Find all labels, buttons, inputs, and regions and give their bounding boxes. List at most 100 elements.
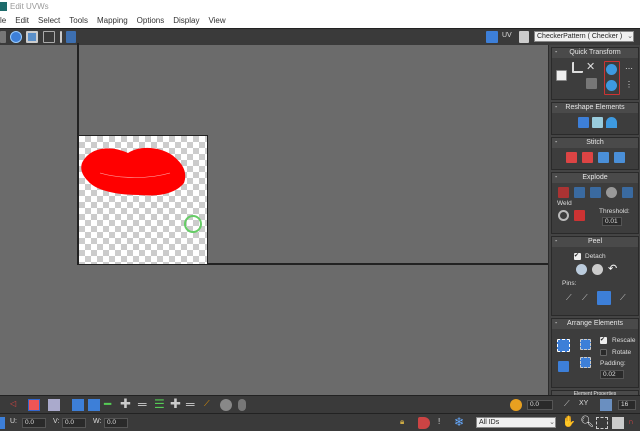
- explode-flatten-icon[interactable]: [622, 187, 633, 198]
- material-id-dropdown[interactable]: All IDs ⌄: [476, 417, 556, 428]
- threshold-spinner[interactable]: 0.01: [602, 217, 622, 226]
- rollout-header[interactable]: Peel: [588, 238, 602, 245]
- pack-fit-icon[interactable]: [580, 357, 591, 368]
- ring-shrink-icon[interactable]: ═: [186, 398, 198, 411]
- ring-grow-icon[interactable]: ✚: [170, 397, 182, 411]
- align-diagonal-icon[interactable]: ✕: [586, 62, 597, 73]
- snap-magnet-icon[interactable]: ∩: [628, 417, 640, 429]
- rollout-header[interactable]: Stitch: [586, 139, 604, 146]
- select-pins-icon[interactable]: ⟋: [620, 293, 631, 304]
- grid-snap-button[interactable]: [600, 399, 612, 411]
- rollout-header[interactable]: Arrange Elements: [567, 320, 623, 327]
- ring-icon[interactable]: ☰: [154, 398, 166, 411]
- pivot-icon[interactable]: [556, 70, 567, 81]
- detach-checkbox[interactable]: ✔: [574, 253, 581, 260]
- break-icon[interactable]: [558, 187, 569, 198]
- v-field[interactable]: 0.0: [62, 418, 86, 428]
- edge-ring-grow-icon[interactable]: ━: [104, 398, 116, 411]
- align-vertical-icon[interactable]: [572, 62, 583, 73]
- zoom-extents-icon[interactable]: [612, 417, 624, 429]
- shrink-selection-icon[interactable]: [88, 399, 100, 411]
- rollout-header[interactable]: - Quick Transform: [552, 48, 638, 58]
- quick-peel-icon[interactable]: [576, 264, 587, 275]
- pack-normalize-icon[interactable]: [557, 339, 570, 352]
- menu-tools[interactable]: Tools: [69, 14, 88, 28]
- rotate-button[interactable]: [10, 31, 22, 43]
- stitch-average-icon[interactable]: [582, 152, 593, 163]
- pin-icon[interactable]: ⟋: [566, 293, 577, 304]
- mirror-button[interactable]: [66, 31, 76, 43]
- brush-shrink-icon[interactable]: [238, 399, 246, 411]
- u-field[interactable]: 0.0: [22, 418, 46, 428]
- brush-grow-icon[interactable]: [220, 399, 232, 411]
- menu-display[interactable]: Display: [173, 14, 199, 28]
- gizmo-circle-icon[interactable]: [184, 215, 202, 233]
- paint-select-icon[interactable]: ⟋: [204, 399, 216, 411]
- rotate-checkbox[interactable]: [600, 349, 607, 356]
- hide-icon[interactable]: [418, 417, 430, 429]
- relax-icon[interactable]: [592, 117, 603, 128]
- menu-select[interactable]: Select: [38, 14, 60, 28]
- uv-mesh-lips[interactable]: [0, 45, 548, 395]
- freeform-button[interactable]: [43, 31, 55, 43]
- select-element-icon[interactable]: [48, 399, 60, 411]
- soft-selection-icon[interactable]: [510, 399, 522, 411]
- explode-smoothing-icon[interactable]: [574, 187, 585, 198]
- rescale-checkbox[interactable]: ✔: [600, 337, 607, 344]
- menu-mapping[interactable]: Mapping: [97, 14, 128, 28]
- pan-icon[interactable]: ✋: [562, 417, 576, 429]
- loop-grow-icon[interactable]: ✚: [120, 397, 132, 411]
- menu-options[interactable]: Options: [137, 14, 165, 28]
- straighten-icon[interactable]: [586, 78, 597, 89]
- straighten-selection-icon[interactable]: [578, 117, 589, 128]
- snowflake-icon[interactable]: ❄: [454, 416, 466, 429]
- zoom-region-icon[interactable]: [596, 417, 608, 429]
- pack-custom-icon[interactable]: [580, 339, 591, 350]
- w-field[interactable]: 0.0: [104, 418, 128, 428]
- stitch-to-target-icon[interactable]: [566, 152, 577, 163]
- rotate-cw-icon[interactable]: [606, 64, 617, 75]
- show-map-button[interactable]: [486, 31, 498, 43]
- grow-selection-icon[interactable]: [72, 399, 84, 411]
- menu-edit[interactable]: Edit: [15, 14, 29, 28]
- explode-sphere-icon[interactable]: [606, 187, 617, 198]
- rollout-header[interactable]: Explode: [582, 174, 607, 181]
- loop-shrink-icon[interactable]: ═: [138, 398, 150, 411]
- texture-dropdown[interactable]: CheckerPattern ( Checker ) ⌄: [534, 31, 634, 42]
- v-label: V:: [53, 418, 60, 425]
- unpin-icon[interactable]: ⟋: [582, 293, 593, 304]
- pack-together-icon[interactable]: [558, 361, 569, 372]
- zoom-icon[interactable]: 🔍︎: [580, 417, 594, 429]
- space-vertical-icon[interactable]: ⋮: [625, 80, 636, 91]
- menu-view[interactable]: View: [208, 14, 225, 28]
- rollout-header[interactable]: Reshape Elements: [565, 104, 624, 111]
- weld-target-icon[interactable]: [558, 210, 569, 221]
- uv-viewport[interactable]: [0, 43, 549, 395]
- rotate-ccw-icon[interactable]: [606, 80, 617, 91]
- grid-spinner[interactable]: 16: [618, 400, 636, 410]
- weld-selected-icon[interactable]: [574, 210, 585, 221]
- texture-list-icon[interactable]: [519, 31, 529, 43]
- face-select-button[interactable]: [28, 399, 40, 411]
- auto-pin-icon[interactable]: [597, 291, 611, 305]
- absolute-mode-icon[interactable]: [0, 417, 5, 429]
- uv-channel-label[interactable]: UV: [502, 32, 512, 39]
- polygon-select-icon[interactable]: ◁: [10, 399, 22, 411]
- soft-selection-spinner[interactable]: 0.0: [527, 400, 553, 410]
- menu-file[interactable]: le: [0, 14, 6, 28]
- stitch-custom-icon[interactable]: [614, 152, 625, 163]
- space-horizontal-icon[interactable]: ⋯: [625, 64, 636, 75]
- move-icon[interactable]: [0, 31, 6, 43]
- lips-uv-island[interactable]: [81, 147, 186, 196]
- xy-toggle[interactable]: XY: [579, 400, 588, 407]
- stitch-to-source-icon[interactable]: [598, 152, 609, 163]
- relax-until-flat-icon[interactable]: [606, 117, 617, 128]
- peel-mode-icon[interactable]: [592, 264, 603, 275]
- freeze-icon[interactable]: !: [438, 417, 450, 429]
- padding-spinner[interactable]: 0.02: [600, 370, 624, 379]
- reset-peel-icon[interactable]: ↶: [608, 264, 619, 275]
- explode-material-icon[interactable]: [590, 187, 601, 198]
- scale-button[interactable]: [26, 31, 38, 43]
- freeform-line-icon[interactable]: ⟋: [564, 399, 576, 411]
- lock-icon[interactable]: 🔒︎: [400, 417, 412, 429]
